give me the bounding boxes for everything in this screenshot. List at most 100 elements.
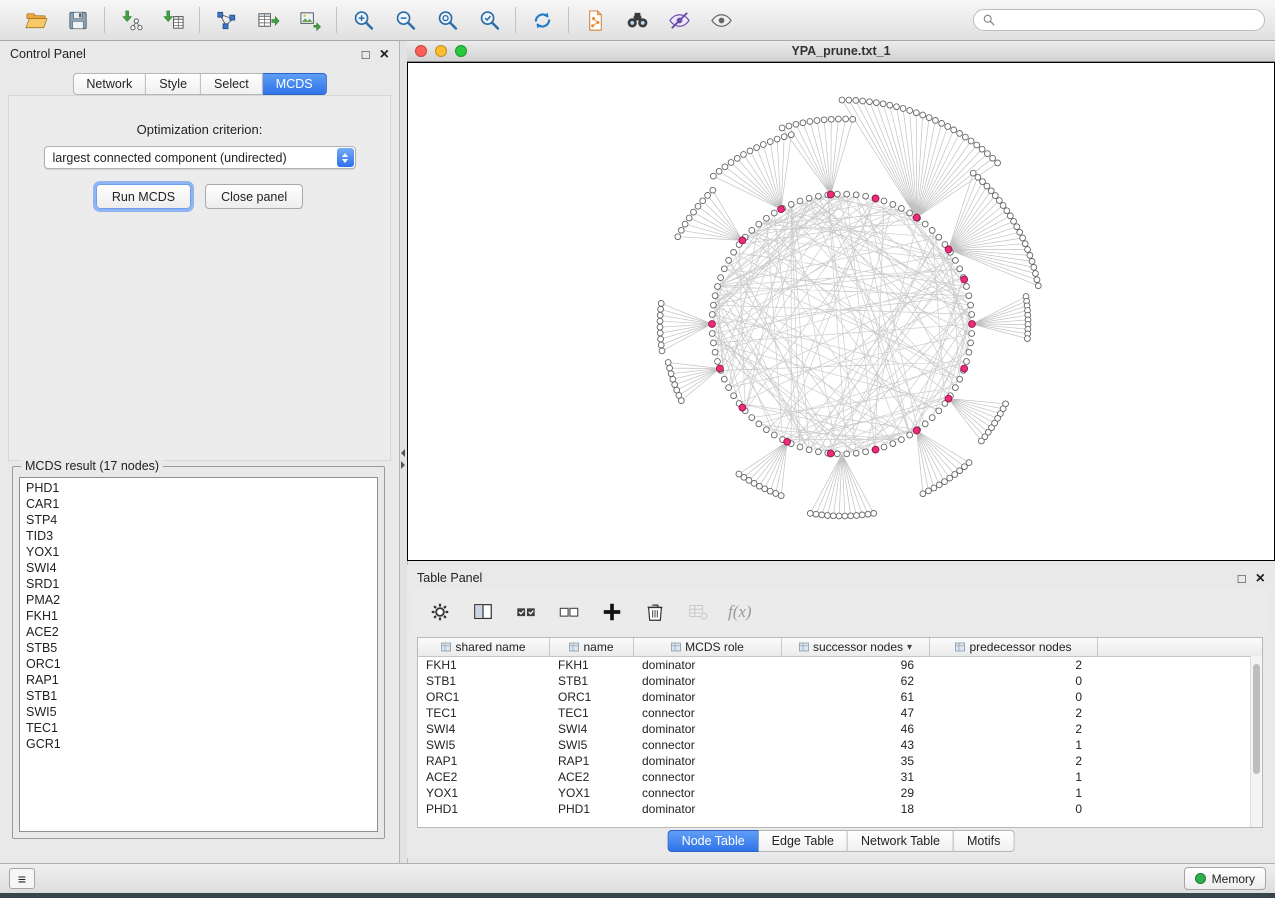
result-item[interactable]: TID3	[20, 528, 377, 544]
mcds-result-list[interactable]: PHD1CAR1STP4TID3YOX1SWI4SRD1PMA2FKH1ACE2…	[19, 477, 378, 832]
network-node[interactable]	[871, 511, 877, 517]
hide-unselected-icon[interactable]	[665, 6, 693, 34]
network-node[interactable]	[1025, 247, 1031, 253]
tab-style[interactable]: Style	[146, 73, 201, 95]
network-node[interactable]	[764, 427, 770, 433]
network-node[interactable]	[953, 258, 959, 264]
table-row[interactable]: STB1STB1dominator620	[418, 673, 1262, 689]
network-node[interactable]	[1017, 229, 1023, 235]
result-item[interactable]: CAR1	[20, 496, 377, 512]
network-node[interactable]	[806, 195, 812, 201]
run-mcds-button[interactable]: Run MCDS	[96, 184, 191, 209]
network-node[interactable]	[731, 249, 737, 255]
result-item[interactable]: STP4	[20, 512, 377, 528]
mcds-hub-node[interactable]	[872, 446, 879, 453]
cell[interactable]: 2	[930, 721, 1098, 737]
mcds-hub-node[interactable]	[778, 206, 785, 213]
network-node[interactable]	[695, 203, 701, 209]
result-item[interactable]: SRD1	[20, 576, 377, 592]
network-node[interactable]	[922, 421, 928, 427]
tab-mcds[interactable]: MCDS	[263, 73, 327, 95]
cell[interactable]: ACE2	[550, 769, 634, 785]
network-node[interactable]	[1020, 235, 1026, 241]
tab-network-table[interactable]: Network Table	[848, 830, 954, 852]
column-header-shared-name[interactable]: shared name	[418, 638, 550, 656]
cell[interactable]: 62	[782, 673, 930, 689]
network-node[interactable]	[907, 108, 913, 114]
zoom-in-icon[interactable]	[349, 6, 377, 34]
cell[interactable]: PHD1	[550, 801, 634, 817]
add-row-icon[interactable]	[599, 599, 625, 625]
network-node[interactable]	[1034, 277, 1040, 283]
network-node[interactable]	[957, 131, 963, 137]
network-node[interactable]	[899, 437, 905, 443]
cell[interactable]: 2	[930, 753, 1098, 769]
cell[interactable]: STB1	[550, 673, 634, 689]
find-icon[interactable]	[623, 6, 651, 34]
cell[interactable]: 0	[930, 689, 1098, 705]
network-node[interactable]	[806, 447, 812, 453]
network-node[interactable]	[657, 318, 663, 324]
network-node[interactable]	[836, 513, 842, 519]
network-node[interactable]	[816, 193, 822, 199]
network-node[interactable]	[709, 331, 715, 337]
network-node[interactable]	[711, 302, 717, 308]
network-node[interactable]	[711, 340, 717, 346]
network-node[interactable]	[657, 324, 663, 330]
column-header-name[interactable]: name	[550, 638, 634, 656]
network-node[interactable]	[951, 127, 957, 133]
mcds-hub-node[interactable]	[716, 365, 723, 372]
network-node[interactable]	[945, 124, 951, 130]
cell[interactable]: connector	[634, 705, 782, 721]
network-node[interactable]	[854, 513, 860, 519]
cell[interactable]: TEC1	[418, 705, 550, 721]
network-node[interactable]	[859, 512, 865, 518]
network-node[interactable]	[658, 306, 664, 312]
network-node[interactable]	[736, 471, 742, 477]
cell[interactable]: 0	[930, 801, 1098, 817]
network-node[interactable]	[846, 97, 852, 103]
columns-icon[interactable]	[470, 599, 496, 625]
cell[interactable]: RAP1	[418, 753, 550, 769]
status-menu-button[interactable]: ≡	[9, 868, 35, 889]
export-image-icon[interactable]	[296, 6, 324, 34]
network-node[interactable]	[1025, 336, 1031, 342]
network-node[interactable]	[764, 215, 770, 221]
cell[interactable]: SWI5	[550, 737, 634, 753]
network-node[interactable]	[813, 511, 819, 517]
column-header-MCDS-role[interactable]: MCDS role	[634, 638, 782, 656]
network-node[interactable]	[814, 118, 820, 124]
mcds-hub-node[interactable]	[739, 404, 746, 411]
cell[interactable]: dominator	[634, 657, 782, 673]
network-node[interactable]	[788, 132, 794, 138]
table-scrollbar[interactable]	[1250, 656, 1262, 827]
network-node[interactable]	[728, 160, 734, 166]
network-node[interactable]	[712, 349, 718, 355]
mcds-hub-node[interactable]	[784, 438, 791, 445]
new-network-icon[interactable]	[212, 6, 240, 34]
network-node[interactable]	[715, 359, 721, 365]
network-node[interactable]	[773, 491, 779, 497]
network-node[interactable]	[853, 98, 859, 104]
mcds-hub-node[interactable]	[969, 321, 976, 328]
network-node[interactable]	[926, 488, 932, 494]
result-item[interactable]: TEC1	[20, 720, 377, 736]
cell[interactable]: 2	[930, 705, 1098, 721]
network-graph[interactable]	[408, 63, 1274, 560]
network-node[interactable]	[929, 415, 935, 421]
cell[interactable]: 29	[782, 785, 930, 801]
search-box[interactable]	[973, 9, 1265, 31]
network-node[interactable]	[920, 491, 926, 497]
cell[interactable]: 2	[930, 657, 1098, 673]
network-node[interactable]	[807, 119, 813, 125]
network-node[interactable]	[797, 198, 803, 204]
network-node[interactable]	[963, 134, 969, 140]
network-node[interactable]	[709, 312, 715, 318]
network-node[interactable]	[992, 193, 998, 199]
mcds-hub-node[interactable]	[827, 450, 834, 457]
network-node[interactable]	[668, 371, 674, 377]
network-node[interactable]	[675, 234, 681, 240]
table-row[interactable]: YOX1YOX1connector291	[418, 785, 1262, 801]
network-node[interactable]	[957, 468, 963, 474]
network-node[interactable]	[996, 198, 1002, 204]
